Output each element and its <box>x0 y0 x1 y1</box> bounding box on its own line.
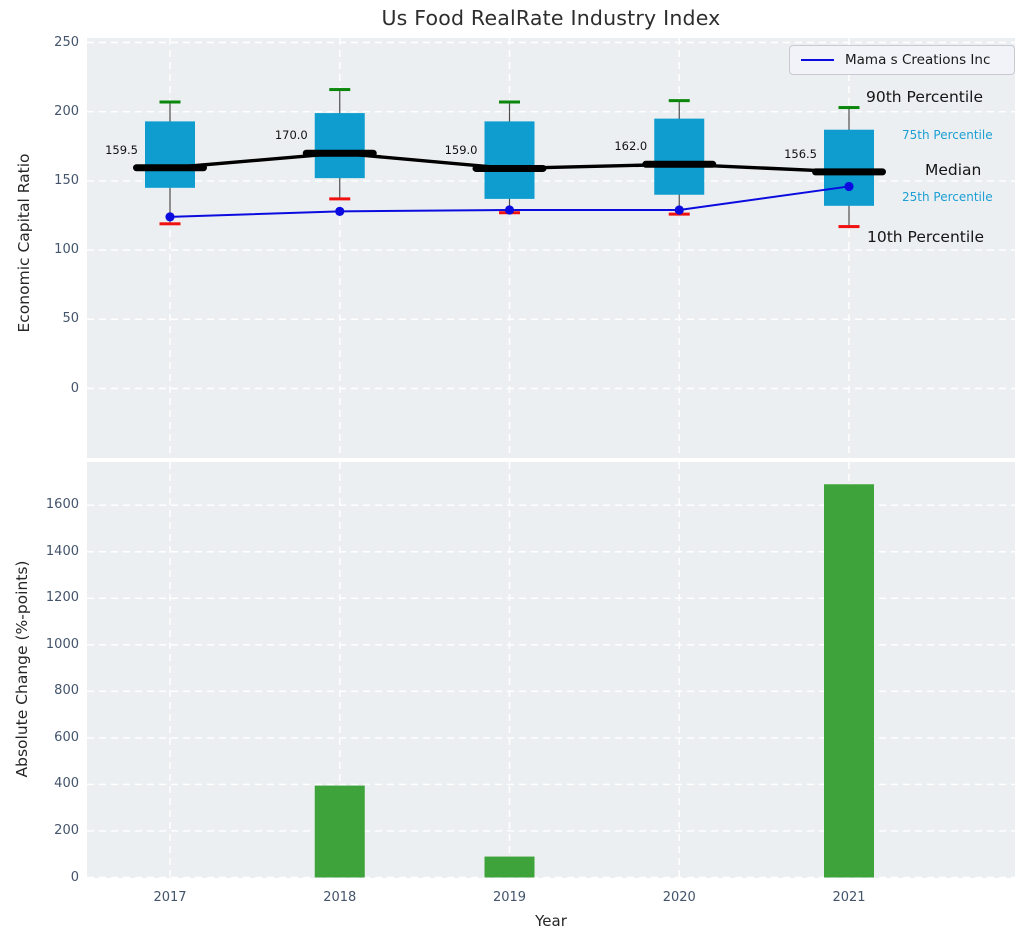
bottom-y-tick-400: 400 <box>0 776 79 792</box>
top-y-tick-200: 200 <box>0 104 79 120</box>
x-tick-2017: 2017 <box>135 890 205 906</box>
p90-cap-2019 <box>499 101 520 104</box>
company-marker-2020 <box>675 205 684 214</box>
iqr-box-2017 <box>145 121 195 187</box>
company-marker-2017 <box>165 212 174 221</box>
median-bar-2020 <box>642 161 716 168</box>
annotation-90th-percentile: 90th Percentile <box>866 88 983 106</box>
p90-cap-2017 <box>160 101 181 104</box>
iqr-box-2018 <box>315 113 365 178</box>
top-y-tick-150: 150 <box>0 173 79 189</box>
p90-cap-2021 <box>839 106 860 109</box>
top-y-tick-50: 50 <box>0 311 79 327</box>
median-bar-2019 <box>473 165 547 172</box>
legend: Mama s Creations Inc <box>789 45 1015 75</box>
annotation-median: Median <box>925 161 981 179</box>
bottom-y-tick-800: 800 <box>0 683 79 699</box>
bottom-y-tick-1000: 1000 <box>0 637 79 653</box>
x-tick-2018: 2018 <box>305 890 375 906</box>
median-value-label-2021: 156.5 <box>737 147 817 162</box>
top-y-tick-100: 100 <box>0 242 79 258</box>
median-bar-2017 <box>133 164 207 171</box>
median-value-label-2018: 170.0 <box>228 128 308 143</box>
company-marker-2018 <box>335 207 344 216</box>
iqr-box-2021 <box>824 130 874 206</box>
x-tick-2019: 2019 <box>475 890 545 906</box>
p10-cap-2018 <box>329 197 350 200</box>
annotation-75th-percentile: 75th Percentile <box>902 128 993 142</box>
figure: Us Food RealRate Industry Index Economic… <box>0 0 1026 942</box>
x-tick-2020: 2020 <box>644 890 714 906</box>
change-bar-2018 <box>315 786 365 878</box>
iqr-box-2020 <box>654 119 704 195</box>
bottom-y-tick-600: 600 <box>0 730 79 746</box>
bottom-plot-canvas <box>87 462 1015 878</box>
company-marker-2019 <box>505 205 514 214</box>
bottom-y-tick-200: 200 <box>0 823 79 839</box>
median-value-label-2020: 162.0 <box>567 139 647 154</box>
x-axis-label: Year <box>87 912 1015 930</box>
median-value-label-2019: 159.0 <box>398 143 478 158</box>
change-bar-2019 <box>485 857 535 878</box>
top-y-tick-250: 250 <box>0 35 79 51</box>
x-tick-2021: 2021 <box>814 890 884 906</box>
top-y-tick-0: 0 <box>0 381 79 397</box>
change-bar-2021 <box>824 484 874 877</box>
bottom-y-tick-1200: 1200 <box>0 590 79 606</box>
annotation-25th-percentile: 25th Percentile <box>902 190 993 204</box>
bottom-y-tick-0: 0 <box>0 870 79 886</box>
bottom-y-tick-1600: 1600 <box>0 497 79 513</box>
median-bar-2021 <box>812 168 886 175</box>
median-value-label-2017: 159.5 <box>58 143 138 158</box>
iqr-box-2019 <box>485 121 535 199</box>
p90-cap-2018 <box>329 88 350 91</box>
p90-cap-2020 <box>669 99 690 102</box>
bottom-plot-area <box>87 462 1015 878</box>
legend-label: Mama s Creations Inc <box>845 52 990 68</box>
p10-cap-2021 <box>839 225 860 228</box>
median-bar-2018 <box>303 150 377 157</box>
bottom-y-tick-1400: 1400 <box>0 544 79 560</box>
company-marker-2021 <box>844 182 853 191</box>
p10-cap-2017 <box>160 222 181 225</box>
annotation-10th-percentile: 10th Percentile <box>867 228 984 246</box>
chart-title: Us Food RealRate Industry Index <box>87 6 1015 30</box>
legend-line-sample-icon <box>801 59 834 61</box>
